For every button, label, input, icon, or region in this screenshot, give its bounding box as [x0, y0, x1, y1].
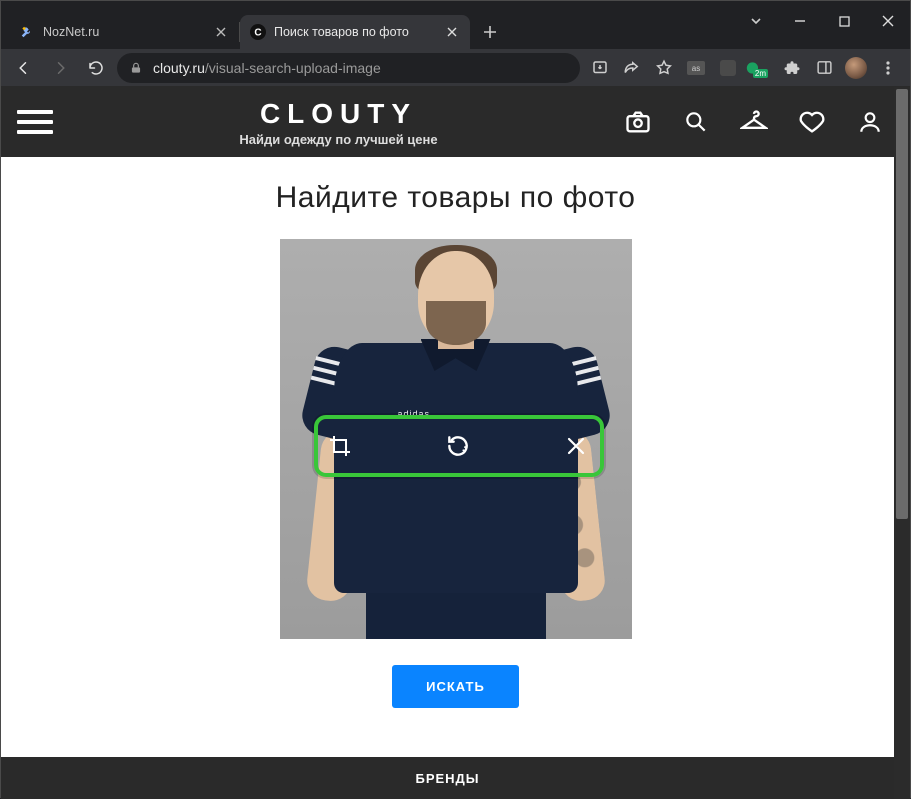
- browser-menu-icon[interactable]: [874, 54, 902, 82]
- nav-forward-button[interactable]: [45, 53, 75, 83]
- avatar: [845, 57, 867, 79]
- window-minimize-button[interactable]: [778, 7, 822, 35]
- extension-badge-icon[interactable]: 2m: [746, 54, 774, 82]
- extension-lastfm-icon[interactable]: as: [682, 54, 710, 82]
- extension-badge-text: 2m: [753, 69, 768, 78]
- camera-icon[interactable]: [624, 108, 652, 136]
- uploaded-photo: adidas: [280, 239, 632, 639]
- extensions-puzzle-icon[interactable]: [778, 54, 806, 82]
- nav-back-button[interactable]: [9, 53, 39, 83]
- page-title: Найдите товары по фото: [1, 181, 910, 215]
- main-content: Найдите товары по фото adidas: [1, 157, 910, 708]
- crop-button[interactable]: [320, 426, 360, 466]
- rotate-button[interactable]: [438, 426, 478, 466]
- window-close-button[interactable]: [866, 7, 910, 35]
- svg-text:C: C: [254, 28, 261, 39]
- install-app-icon[interactable]: [586, 54, 614, 82]
- brand-mark: adidas: [398, 409, 431, 419]
- browser-tab-clouty[interactable]: C Поиск товаров по фото: [240, 15, 470, 49]
- browser-tabstrip: NozNet.ru C Поиск товаров по фото: [1, 11, 910, 49]
- header-actions: [624, 108, 884, 136]
- search-button[interactable]: ИСКАТЬ: [392, 665, 519, 708]
- close-icon[interactable]: [213, 24, 229, 40]
- browser-tab-noznet[interactable]: NozNet.ru: [9, 15, 239, 49]
- new-tab-button[interactable]: [476, 18, 504, 46]
- window-maximize-button[interactable]: [822, 7, 866, 35]
- url-text: clouty.ru/visual-search-upload-image: [153, 60, 381, 76]
- menu-hamburger-button[interactable]: [17, 110, 53, 134]
- url-path: /visual-search-upload-image: [205, 60, 381, 76]
- page-viewport: CLOUTY Найди одежду по лучшей цене Найди…: [1, 87, 910, 799]
- photo-edit-toolbar: [320, 421, 596, 471]
- svg-text:as: as: [692, 64, 700, 73]
- site-logo[interactable]: CLOUTY Найди одежду по лучшей цене: [239, 98, 437, 147]
- side-panel-icon[interactable]: [810, 54, 838, 82]
- logo-text: CLOUTY: [239, 98, 437, 130]
- remove-photo-button[interactable]: [556, 426, 596, 466]
- extension-generic-icon[interactable]: [714, 54, 742, 82]
- scrollbar-thumb[interactable]: [896, 89, 908, 519]
- search-icon[interactable]: [682, 108, 710, 136]
- site-favicon-icon: C: [250, 24, 266, 40]
- footer-brands-link[interactable]: БРЕНДЫ: [1, 757, 894, 799]
- bookmark-star-icon[interactable]: [650, 54, 678, 82]
- page-scrollbar[interactable]: [894, 87, 910, 799]
- share-icon[interactable]: [618, 54, 646, 82]
- tab-title: Поиск товаров по фото: [274, 25, 436, 39]
- site-header: CLOUTY Найди одежду по лучшей цене: [1, 87, 910, 157]
- address-bar[interactable]: clouty.ru/visual-search-upload-image: [117, 53, 580, 83]
- footer-brands-label: БРЕНДЫ: [415, 771, 479, 786]
- heart-icon[interactable]: [798, 108, 826, 136]
- close-icon[interactable]: [444, 24, 460, 40]
- browser-toolbar: clouty.ru/visual-search-upload-image as …: [1, 49, 910, 87]
- chevron-down-icon[interactable]: [734, 7, 778, 35]
- user-icon[interactable]: [856, 108, 884, 136]
- lock-icon: [129, 61, 143, 75]
- url-host: clouty.ru: [153, 60, 205, 76]
- wrench-icon: [19, 24, 35, 40]
- profile-avatar[interactable]: [842, 54, 870, 82]
- nav-reload-button[interactable]: [81, 53, 111, 83]
- hanger-icon[interactable]: [740, 108, 768, 136]
- logo-tagline: Найди одежду по лучшей цене: [239, 132, 437, 147]
- tab-title: NozNet.ru: [43, 25, 205, 39]
